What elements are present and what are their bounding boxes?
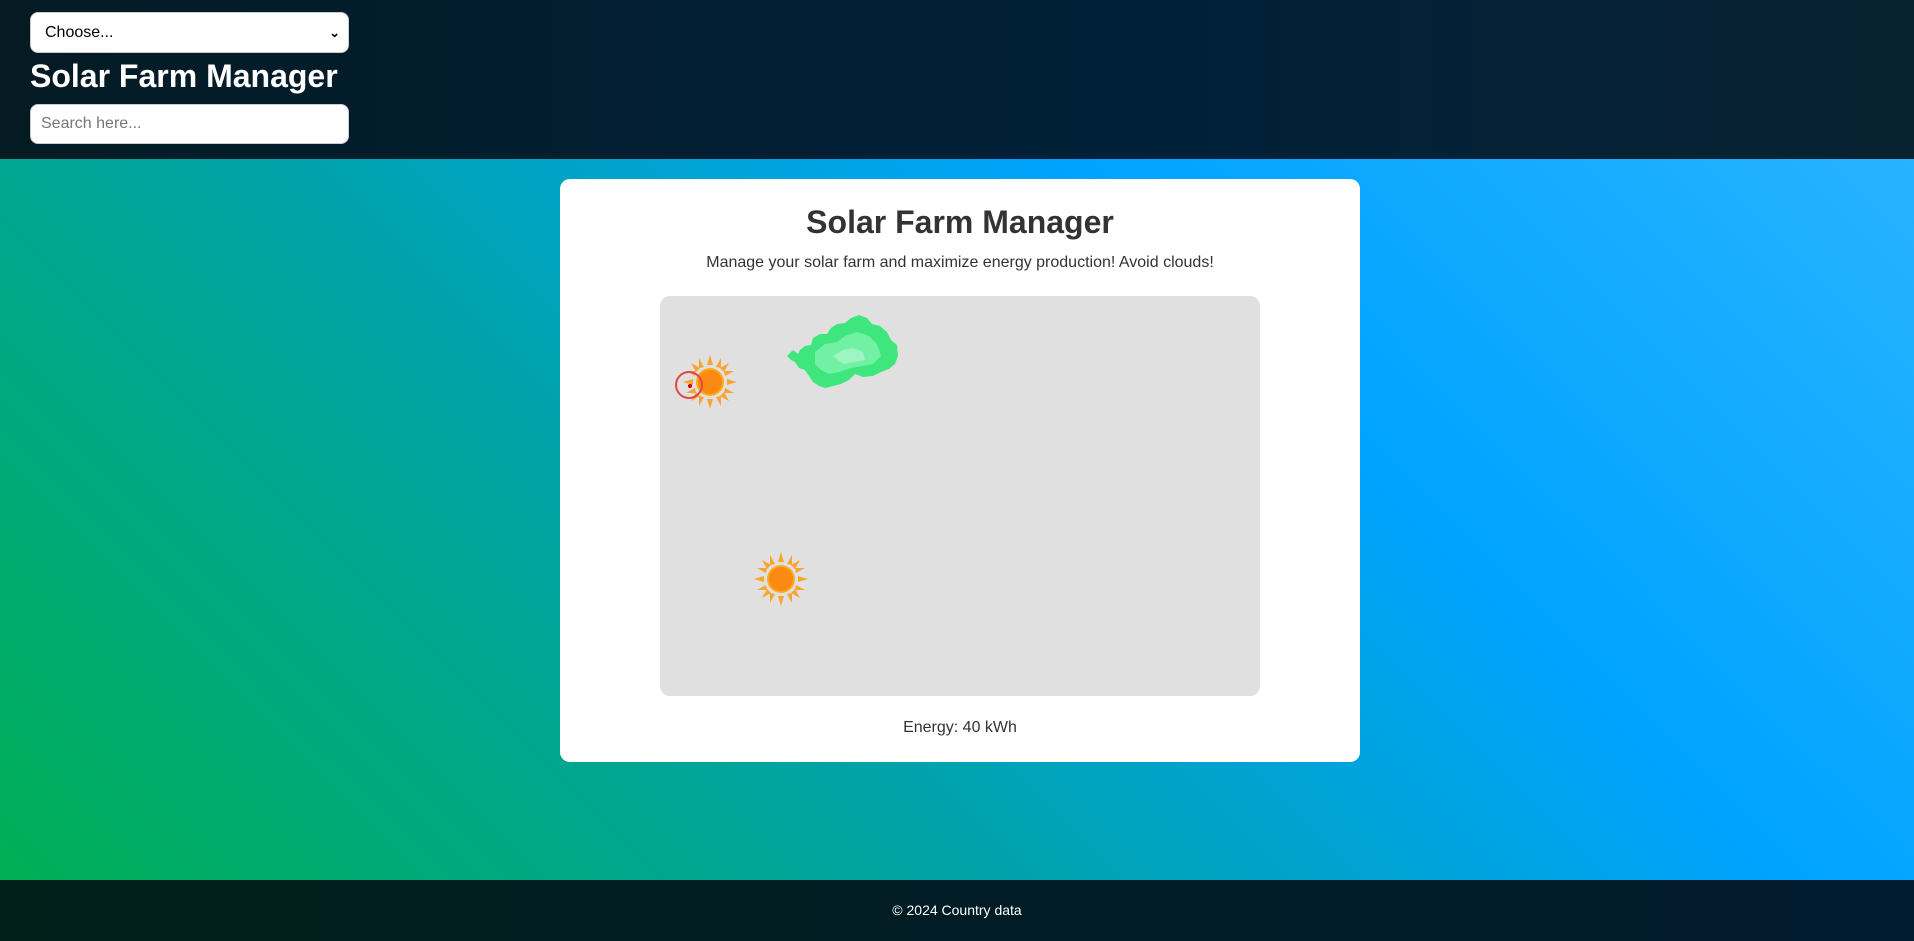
game-title: Solar Farm Manager — [806, 204, 1114, 240]
player-dot — [688, 384, 692, 388]
search-input[interactable] — [30, 104, 349, 144]
sun-icon — [754, 552, 808, 606]
footer: © 2024 Country data — [0, 880, 1914, 941]
country-select[interactable]: Choose... ⌄ — [30, 12, 349, 53]
game-description: Manage your solar farm and maximize ener… — [706, 254, 1214, 271]
cloud-icon — [787, 315, 898, 388]
header-title: Solar Farm Manager — [30, 58, 338, 94]
select-value: Choose... — [45, 24, 114, 41]
game-board[interactable] — [660, 296, 1260, 696]
energy-readout: Energy: 40 kWh — [903, 719, 1017, 736]
player-cursor — [675, 371, 703, 399]
header: Choose... ⌄ Solar Farm Manager — [0, 0, 1914, 159]
footer-text: © 2024 Country data — [892, 902, 1022, 918]
game-card: Solar Farm Manager Manage your solar far… — [560, 179, 1360, 762]
chevron-down-icon: ⌄ — [329, 25, 340, 40]
